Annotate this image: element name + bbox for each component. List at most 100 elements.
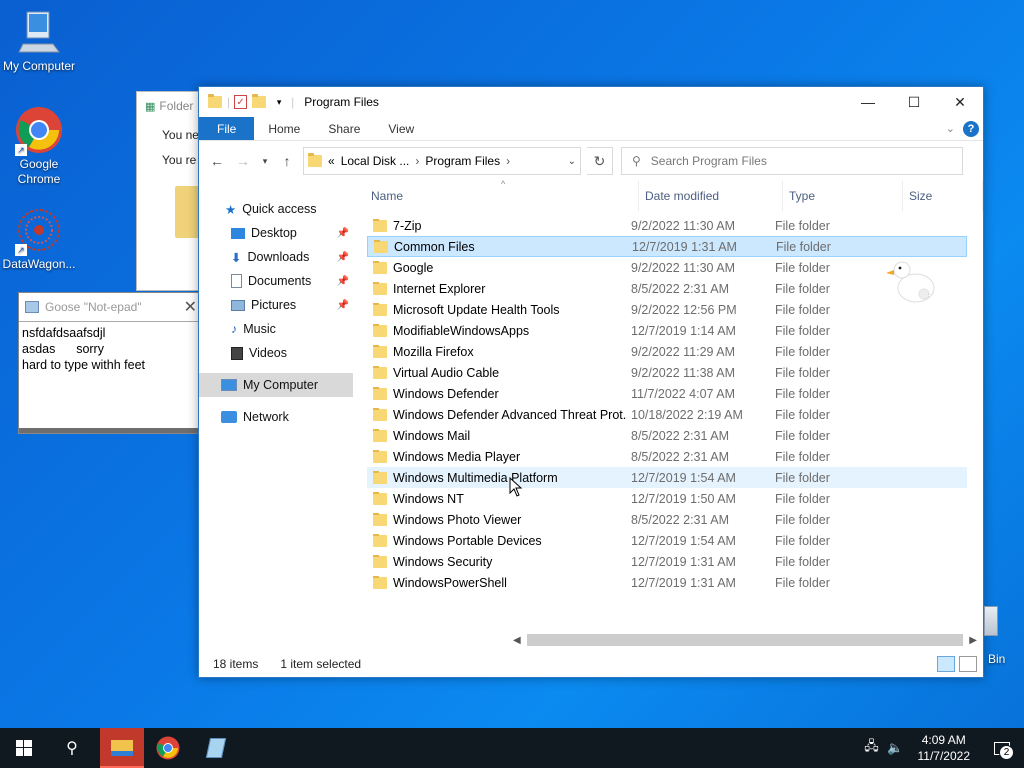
- recent-locations-icon[interactable]: ▾: [259, 151, 271, 171]
- up-button[interactable]: ↑: [277, 151, 297, 171]
- file-name-cell: Windows Media Player: [367, 449, 627, 464]
- refresh-button[interactable]: ↻: [587, 147, 613, 175]
- table-row[interactable]: Virtual Audio Cable 9/2/2022 11:38 AM File…: [367, 362, 967, 383]
- chevron-right-icon[interactable]: ›: [506, 154, 510, 168]
- sidebar-item-quick-access[interactable]: ★ Quick access: [199, 197, 353, 221]
- maximize-button[interactable]: ☐: [891, 87, 937, 117]
- properties-icon[interactable]: ✓: [234, 95, 248, 109]
- desktop-icon-google-chrome[interactable]: ↗ Google Chrome: [0, 106, 78, 187]
- notepad-text-area[interactable]: nsfdafdsaafsdjl asdas sorry hard to type…: [19, 321, 203, 425]
- breadcrumb-program-files[interactable]: Program Files: [425, 154, 500, 168]
- type-cell: File folder: [775, 260, 830, 275]
- horizontal-scrollbar[interactable]: ◀ ▶: [513, 631, 977, 649]
- date-modified-cell: 8/5/2022 2:31 AM: [631, 512, 729, 527]
- desktop-icon-recycle-bin[interactable]: Bin: [984, 606, 1024, 666]
- chevron-right-icon[interactable]: ›: [415, 154, 419, 168]
- quick-access-dropdown-icon[interactable]: ▾: [271, 94, 287, 110]
- taskbar-chrome[interactable]: [144, 728, 192, 768]
- large-icons-view-button[interactable]: [959, 656, 977, 672]
- table-row[interactable]: 7-Zip 9/2/2022 11:30 AM File folder: [367, 215, 967, 236]
- file-explorer-window[interactable]: | ✓ ▾ | Program Files — ☐ ✕ File Home Sh…: [198, 86, 984, 678]
- table-row[interactable]: ModifiableWindowsApps 12/7/2019 1:14 AM Fi…: [367, 320, 967, 341]
- details-view-button[interactable]: [937, 656, 955, 672]
- date-modified-cell: 8/5/2022 2:31 AM: [631, 428, 729, 443]
- column-size[interactable]: Size: [903, 181, 983, 211]
- start-button[interactable]: [0, 728, 48, 768]
- sidebar-item-downloads[interactable]: ⬇ Downloads 📌: [199, 245, 353, 269]
- table-row[interactable]: Internet Explorer 8/5/2022 2:31 AM File fo…: [367, 278, 967, 299]
- search-input[interactable]: ⚲ Search Program Files: [621, 147, 963, 175]
- taskbar-file-explorer[interactable]: [100, 728, 144, 768]
- desktop-icon-datawagon[interactable]: ↗ DataWagon...: [0, 206, 78, 272]
- table-row[interactable]: Google 9/2/2022 11:30 AM File folder: [367, 257, 967, 278]
- minimize-button[interactable]: —: [845, 87, 891, 117]
- table-row[interactable]: Microsoft Update Health Tools 9/2/2022 12…: [367, 299, 967, 320]
- close-icon[interactable]: ✕: [184, 297, 197, 317]
- column-type[interactable]: Type: [783, 181, 903, 211]
- table-row[interactable]: Common Files 12/7/2019 1:31 AM File folder: [367, 236, 967, 257]
- chevron-down-icon[interactable]: ⌄: [568, 156, 576, 167]
- taskbar-notepad[interactable]: [192, 728, 240, 768]
- address-bar[interactable]: « Local Disk ... › Program Files › ⌄: [303, 147, 581, 175]
- explorer-content: ★ Quick access Desktop 📌 ⬇ Downloads 📌 D…: [199, 179, 983, 651]
- table-row[interactable]: WindowsPowerShell 12/7/2019 1:31 AM File f…: [367, 572, 967, 593]
- pin-icon[interactable]: 📌: [337, 300, 349, 311]
- music-icon: ♪: [231, 322, 238, 336]
- new-folder-icon[interactable]: [251, 94, 267, 110]
- tab-file[interactable]: File: [199, 117, 255, 140]
- table-row[interactable]: Windows Portable Devices 12/7/2019 1:54 A…: [367, 530, 967, 551]
- network-icon[interactable]: 🖧: [860, 728, 884, 768]
- column-date-modified[interactable]: Date modified: [639, 181, 783, 211]
- tab-view[interactable]: View: [374, 117, 428, 140]
- file-name-cell: WindowsPowerShell: [367, 575, 627, 590]
- explorer-titlebar: | ✓ ▾ | Program Files — ☐ ✕: [199, 87, 983, 117]
- file-name: Common Files: [394, 239, 475, 254]
- table-row[interactable]: Windows Mail 8/5/2022 2:31 AM File folder: [367, 425, 967, 446]
- breadcrumb-local-disk[interactable]: Local Disk ...: [341, 154, 410, 168]
- file-name-cell: Internet Explorer: [367, 281, 627, 296]
- recycle-bin-icon: [984, 606, 998, 636]
- back-button[interactable]: ←: [207, 151, 227, 171]
- sidebar-item-desktop[interactable]: Desktop 📌: [199, 221, 353, 245]
- search-button[interactable]: ⚲: [48, 728, 96, 768]
- table-row[interactable]: Windows NT 12/7/2019 1:50 AM File folder: [367, 488, 967, 509]
- table-row[interactable]: Windows Security 12/7/2019 1:31 AM File fo…: [367, 551, 967, 572]
- pin-icon[interactable]: 📌: [337, 228, 349, 239]
- sidebar-item-my-computer[interactable]: My Computer: [199, 373, 353, 397]
- sidebar-item-documents[interactable]: Documents 📌: [199, 269, 353, 293]
- sidebar-item-videos[interactable]: Videos: [199, 341, 353, 365]
- table-row[interactable]: Windows Defender 11/7/2022 4:07 AM File fo…: [367, 383, 967, 404]
- pin-icon[interactable]: 📌: [337, 276, 349, 287]
- clock[interactable]: 4:09 AM 11/7/2022: [908, 732, 981, 764]
- date-modified-cell: 12/7/2019 1:31 AM: [632, 239, 737, 254]
- help-icon[interactable]: ?: [963, 120, 979, 137]
- file-name-cell: Windows Defender: [367, 386, 627, 401]
- action-center-button[interactable]: 2: [980, 728, 1024, 768]
- table-row[interactable]: Windows Multimedia Platform 12/7/2019 1:5…: [367, 467, 967, 488]
- pin-icon[interactable]: 📌: [337, 252, 349, 263]
- table-row[interactable]: Mozilla Firefox 9/2/2022 11:29 AM File fol…: [367, 341, 967, 362]
- goose-notepad-window[interactable]: Goose "Not-epad" ✕ nsfdafdsaafsdjl asdas…: [18, 292, 204, 434]
- desktop-goose-icon[interactable]: [884, 258, 940, 308]
- close-button[interactable]: ✕: [937, 87, 983, 117]
- sidebar-item-music[interactable]: ♪ Music: [199, 317, 353, 341]
- forward-button[interactable]: →: [233, 151, 253, 171]
- sidebar-item-network[interactable]: Network: [199, 405, 353, 429]
- table-row[interactable]: Windows Defender Advanced Threat Prot...…: [367, 404, 967, 425]
- scroll-right-icon[interactable]: ▶: [969, 635, 977, 646]
- volume-icon[interactable]: 🔈: [884, 728, 908, 768]
- breadcrumb-overflow[interactable]: «: [328, 154, 335, 168]
- tab-home[interactable]: Home: [254, 117, 314, 140]
- background-folder-window[interactable]: ▦ Folder You ne You re: [136, 91, 206, 291]
- tab-share[interactable]: Share: [314, 117, 374, 140]
- table-row[interactable]: Windows Photo Viewer 8/5/2022 2:31 AM File…: [367, 509, 967, 530]
- file-name: Windows Defender: [393, 386, 499, 401]
- background-window-text: You re: [162, 153, 197, 167]
- expand-ribbon-icon[interactable]: ⌄: [946, 122, 955, 135]
- sidebar-item-pictures[interactable]: Pictures 📌: [199, 293, 353, 317]
- scrollbar-thumb[interactable]: [526, 634, 964, 646]
- folder-icon: [308, 153, 322, 167]
- desktop-icon-my-computer[interactable]: My Computer: [0, 8, 78, 74]
- scroll-left-icon[interactable]: ◀: [513, 635, 521, 646]
- table-row[interactable]: Windows Media Player 8/5/2022 2:31 AM File…: [367, 446, 967, 467]
